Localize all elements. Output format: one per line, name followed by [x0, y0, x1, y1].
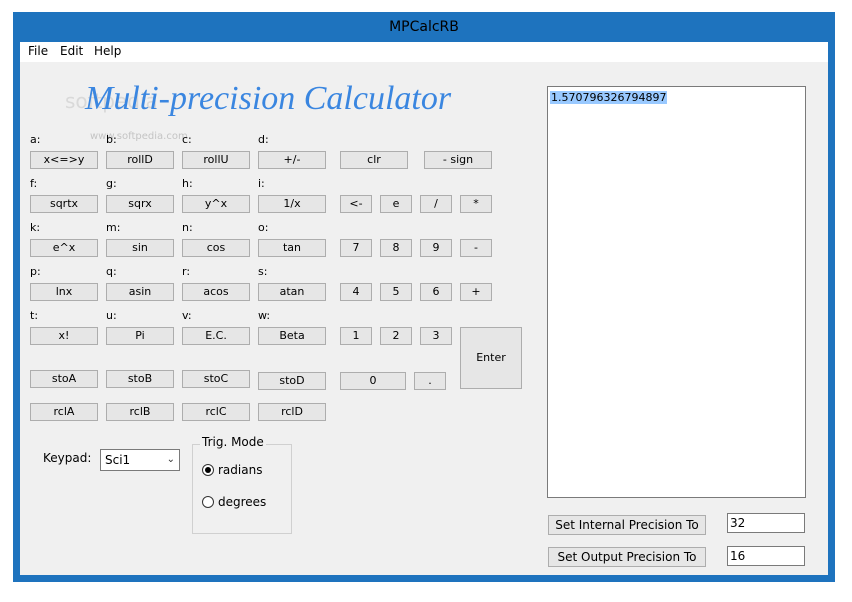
keypad-select[interactable]: Sci1 ⌄	[100, 449, 180, 471]
exp-button[interactable]: e^x	[30, 239, 98, 257]
digit-9-button[interactable]: 9	[420, 239, 452, 257]
label-p: p:	[30, 265, 41, 278]
label-d: d:	[258, 133, 269, 146]
recall-a-button[interactable]: rclA	[30, 403, 98, 421]
set-internal-precision-button[interactable]: Set Internal Precision To	[548, 515, 706, 535]
swap-button[interactable]: x<=>y	[30, 151, 98, 169]
chevron-down-icon: ⌄	[166, 454, 175, 465]
radians-radio[interactable]	[202, 464, 214, 476]
atan-button[interactable]: atan	[258, 283, 326, 301]
digit-2-button[interactable]: 2	[380, 327, 412, 345]
output-precision-input[interactable]: 16	[727, 546, 805, 566]
label-q: q:	[106, 265, 117, 278]
label-t: t:	[30, 309, 39, 322]
keypad-select-value: Sci1	[105, 453, 131, 467]
label-g: g:	[106, 177, 117, 190]
label-k: k:	[30, 221, 41, 234]
label-w: w:	[258, 309, 271, 322]
factorial-button[interactable]: x!	[30, 327, 98, 345]
store-d-button[interactable]: stoD	[258, 372, 326, 390]
digit-8-button[interactable]: 8	[380, 239, 412, 257]
recall-c-button[interactable]: rclC	[182, 403, 250, 421]
plusminus-button[interactable]: +/-	[258, 151, 326, 169]
label-h: h:	[182, 177, 193, 190]
watermark-small: www.softpedia.com	[90, 131, 188, 142]
label-r: r:	[182, 265, 191, 278]
label-s: s:	[258, 265, 268, 278]
digit-3-button[interactable]: 3	[420, 327, 452, 345]
internal-precision-input[interactable]: 32	[727, 513, 805, 533]
label-m: m:	[106, 221, 121, 234]
rolld-button[interactable]: rollD	[106, 151, 174, 169]
label-c: c:	[182, 133, 192, 146]
degrees-label: degrees	[218, 495, 267, 509]
pi-button[interactable]: Pi	[106, 327, 174, 345]
cos-button[interactable]: cos	[182, 239, 250, 257]
label-n: n:	[182, 221, 193, 234]
multiply-button[interactable]: *	[460, 195, 492, 213]
digit-5-button[interactable]: 5	[380, 283, 412, 301]
trig-mode-title: Trig. Mode	[200, 435, 266, 449]
lnx-button[interactable]: lnx	[30, 283, 98, 301]
menu-edit[interactable]: Edit	[60, 44, 83, 58]
tan-button[interactable]: tan	[258, 239, 326, 257]
acos-button[interactable]: acos	[182, 283, 250, 301]
store-a-button[interactable]: stoA	[30, 370, 98, 388]
sign-button[interactable]: - sign	[424, 151, 492, 169]
plus-button[interactable]: +	[460, 283, 492, 301]
reciprocal-button[interactable]: 1/x	[258, 195, 326, 213]
output-display[interactable]: 1.570796326794897	[547, 86, 806, 498]
sin-button[interactable]: sin	[106, 239, 174, 257]
asin-button[interactable]: asin	[106, 283, 174, 301]
radians-label: radians	[218, 463, 263, 477]
backspace-button[interactable]: <-	[340, 195, 372, 213]
label-o: o:	[258, 221, 269, 234]
digit-6-button[interactable]: 6	[420, 283, 452, 301]
keypad-label: Keypad:	[43, 451, 92, 465]
label-a: a:	[30, 133, 41, 146]
label-f: f:	[30, 177, 38, 190]
sqrtx-button[interactable]: sqrtx	[30, 195, 98, 213]
euler-constant-button[interactable]: E.C.	[182, 327, 250, 345]
decimal-point-button[interactable]: .	[414, 372, 446, 390]
set-output-precision-button[interactable]: Set Output Precision To	[548, 547, 706, 567]
digit-0-button[interactable]: 0	[340, 372, 406, 390]
client-area: File Edit Help softpedia www.softpedia.c…	[20, 42, 828, 575]
trig-mode-group	[192, 444, 292, 534]
output-value: 1.570796326794897	[550, 91, 668, 104]
label-b: b:	[106, 133, 117, 146]
beta-button[interactable]: Beta	[258, 327, 326, 345]
store-b-button[interactable]: stoB	[106, 370, 174, 388]
menu-help[interactable]: Help	[94, 44, 121, 58]
digit-1-button[interactable]: 1	[340, 327, 372, 345]
clear-button[interactable]: clr	[340, 151, 408, 169]
e-const-button[interactable]: e	[380, 195, 412, 213]
label-u: u:	[106, 309, 117, 322]
app-window: MPCalcRB File Edit Help softpedia www.so…	[13, 12, 835, 582]
minus-button[interactable]: -	[460, 239, 492, 257]
enter-button[interactable]: Enter	[460, 327, 522, 389]
divide-button[interactable]: /	[420, 195, 452, 213]
recall-d-button[interactable]: rclD	[258, 403, 326, 421]
digit-4-button[interactable]: 4	[340, 283, 372, 301]
app-heading: Multi-precision Calculator	[85, 80, 452, 117]
window-title: MPCalcRB	[389, 19, 459, 35]
ypowx-button[interactable]: y^x	[182, 195, 250, 213]
recall-b-button[interactable]: rclB	[106, 403, 174, 421]
label-i: i:	[258, 177, 265, 190]
sqrx-button[interactable]: sqrx	[106, 195, 174, 213]
label-v: v:	[182, 309, 192, 322]
rollu-button[interactable]: rollU	[182, 151, 250, 169]
digit-7-button[interactable]: 7	[340, 239, 372, 257]
degrees-radio[interactable]	[202, 496, 214, 508]
store-c-button[interactable]: stoC	[182, 370, 250, 388]
menu-bar: File Edit Help	[20, 42, 828, 62]
menu-file[interactable]: File	[28, 44, 48, 58]
